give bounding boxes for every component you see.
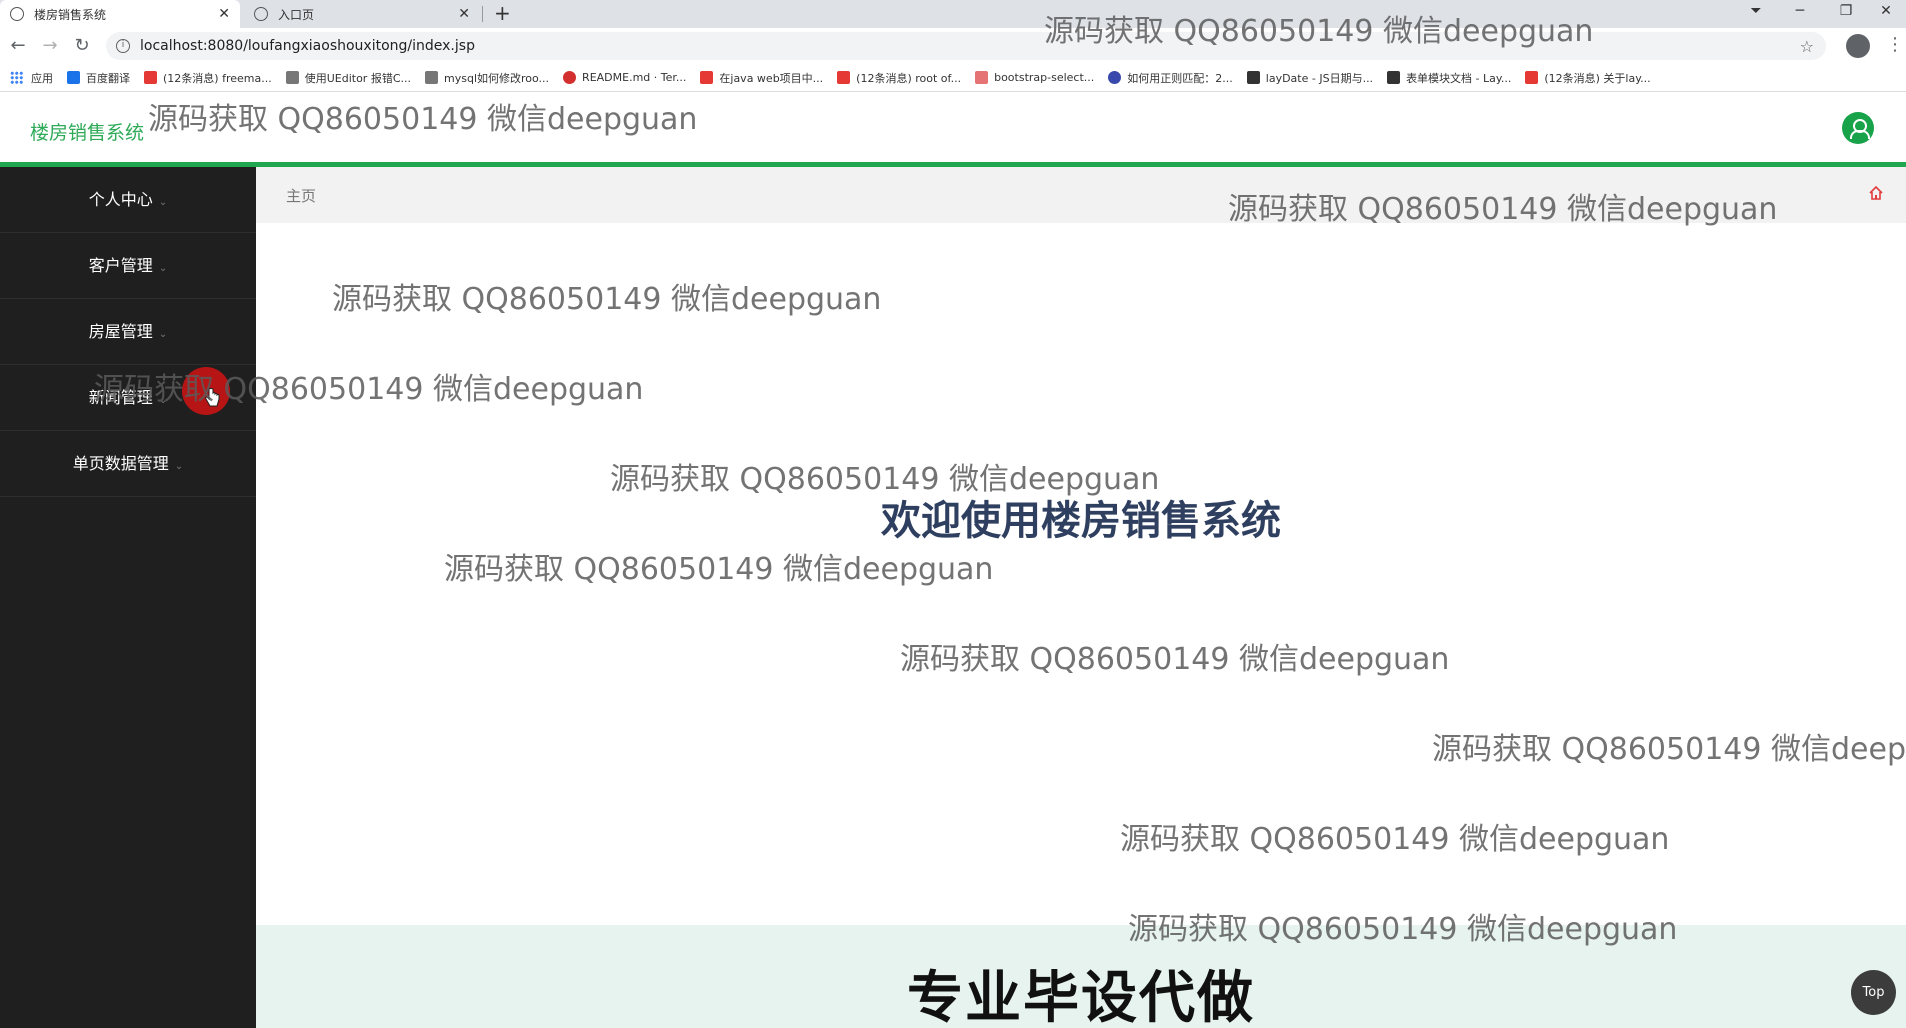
banner-text: 专业毕设代做 [907, 966, 1255, 1028]
back-icon[interactable]: ← [6, 34, 30, 58]
sidebar-item-single-page-data[interactable]: 单页数据管理 ⌄ [0, 431, 256, 497]
window-close-icon[interactable]: ✕ [1866, 0, 1906, 28]
bookmark-item[interactable]: (12条消息) root of... [837, 70, 961, 86]
footer-banner: 专业毕设代做 [256, 925, 1906, 1028]
tab-close-icon[interactable]: ✕ [458, 6, 470, 22]
browser-tab[interactable]: 入口页 ✕ [244, 0, 480, 28]
bookmark-favicon-icon [144, 71, 157, 84]
chevron-down-icon: ⌄ [158, 329, 168, 340]
app-header: 楼房销售系统 [0, 92, 1906, 162]
tab-favicon-icon [10, 7, 24, 21]
bookmark-favicon-icon [1246, 71, 1260, 84]
bookmark-favicon-icon [975, 71, 989, 84]
address-bar[interactable]: i localhost:8080/loufangxiaoshouxitong/i… [106, 32, 1826, 60]
restore-icon[interactable]: ❐ [1826, 0, 1866, 28]
bookmark-item[interactable]: 百度翻译 [67, 70, 130, 86]
chevron-down-icon: ⌄ [158, 263, 168, 274]
browser-menu-icon[interactable]: ⋮ [1886, 34, 1904, 55]
apps-grid-icon [10, 71, 23, 84]
bookmark-favicon-icon [285, 71, 299, 84]
forward-icon[interactable]: → [38, 34, 62, 58]
bookmark-favicon-icon [1108, 71, 1122, 84]
sidebar-item-customers[interactable]: 客户管理 ⌄ [0, 233, 256, 299]
bookmark-favicon-icon [67, 71, 80, 84]
browser-toolbar: ← → ↻ i localhost:8080/loufangxiaoshouxi… [0, 28, 1906, 64]
bookmarks-bar: 应用 百度翻译 (12条消息) freema... 使用UEditor 报错C.… [0, 64, 1906, 92]
bookmark-favicon-icon [837, 71, 851, 84]
home-icon[interactable] [1868, 185, 1884, 201]
bookmark-apps[interactable]: 应用 [10, 70, 53, 86]
tab-title: 楼房销售系统 [34, 7, 107, 22]
tab-close-icon[interactable]: ✕ [218, 6, 230, 22]
bookmark-favicon-icon [563, 71, 577, 84]
app-logo[interactable]: 楼房销售系统 [30, 118, 144, 145]
bookmark-favicon-icon [1525, 71, 1539, 84]
bookmark-item[interactable]: (12条消息) freema... [144, 70, 272, 86]
user-icon[interactable] [1842, 112, 1874, 144]
browser-tab-active[interactable]: 楼房销售系统 ✕ [0, 0, 240, 28]
tab-search-icon[interactable]: ⏷ [1736, 0, 1776, 28]
hand-cursor-icon [205, 388, 220, 407]
bookmark-item[interactable]: 在java web项目中... [700, 70, 823, 86]
profile-avatar-icon[interactable] [1846, 34, 1870, 58]
tab-favicon-icon [254, 7, 268, 21]
sidebar-item-personal-center[interactable]: 个人中心 ⌄ [0, 167, 256, 233]
chevron-down-icon: ⌄ [174, 461, 184, 472]
breadcrumb-home[interactable]: 主页 [286, 185, 316, 206]
main-content: 欢迎使用楼房销售系统 [256, 223, 1906, 925]
bookmark-star-icon[interactable]: ☆ [1800, 37, 1814, 56]
welcome-title: 欢迎使用楼房销售系统 [881, 498, 1281, 544]
chevron-down-icon: ⌄ [158, 395, 168, 406]
bookmark-item[interactable]: 使用UEditor 报错C... [285, 70, 411, 86]
bookmark-favicon-icon [700, 71, 714, 84]
sidebar: 个人中心 ⌄ 客户管理 ⌄ 房屋管理 ⌄ 新闻管理 ⌄ 单页数据管理 ⌄ [0, 167, 256, 1028]
bookmark-item[interactable]: mysql如何修改roo... [425, 70, 549, 86]
bookmark-item[interactable]: layDate - JS日期与... [1246, 70, 1373, 86]
reload-icon[interactable]: ↻ [70, 34, 94, 58]
tab-separator [482, 6, 483, 22]
bookmark-item[interactable]: (12条消息) 关于lay... [1525, 70, 1651, 86]
site-info-icon[interactable]: i [116, 39, 130, 53]
bookmark-favicon-icon [1387, 71, 1401, 84]
bookmark-item[interactable]: 如何用正则匹配：2... [1108, 70, 1233, 86]
breadcrumb: 主页 [256, 167, 1906, 223]
bookmark-item[interactable]: bootstrap-select... [975, 71, 1094, 84]
bookmark-item[interactable]: 表单模块文档 - Lay... [1387, 70, 1511, 86]
sidebar-item-houses[interactable]: 房屋管理 ⌄ [0, 299, 256, 365]
tab-title: 入口页 [278, 7, 315, 22]
minimize-icon[interactable]: ─ [1780, 0, 1820, 28]
bookmark-item[interactable]: README.md · Ter... [563, 71, 686, 84]
new-tab-icon[interactable]: + [494, 0, 511, 28]
bookmark-favicon-icon [425, 71, 438, 84]
browser-tabstrip: 楼房销售系统 ✕ 入口页 ✕ + ⏷ ─ ❐ ✕ [0, 0, 1906, 28]
url-text: localhost:8080/loufangxiaoshouxitong/ind… [140, 38, 475, 54]
back-to-top-button[interactable]: Top [1851, 970, 1896, 1015]
chevron-down-icon: ⌄ [158, 197, 168, 208]
